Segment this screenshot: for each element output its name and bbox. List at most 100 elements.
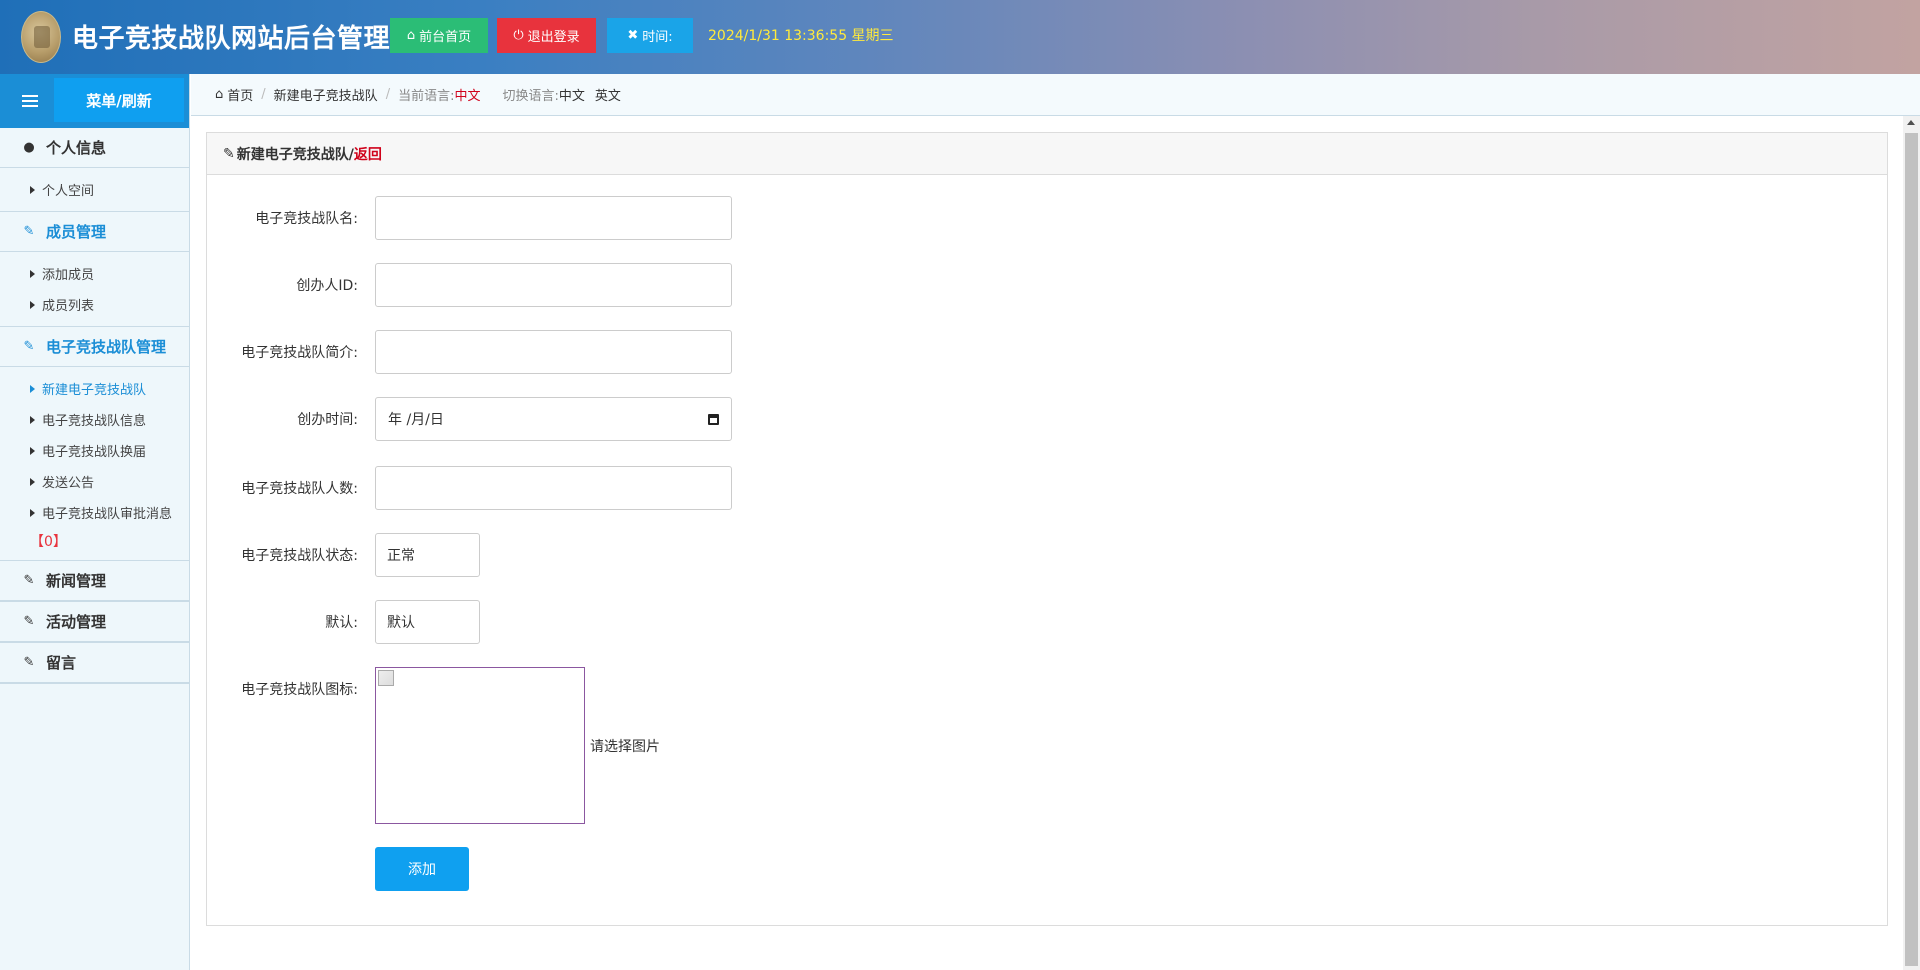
hamburger-icon[interactable] (22, 95, 38, 107)
site-logo (21, 11, 61, 63)
menu-refresh-button[interactable]: 菜单/刷新 (54, 78, 184, 122)
site-title: 电子竞技战队网站后台管理 (72, 24, 391, 54)
date-placeholder: 年 /月/日 (388, 412, 444, 428)
group-activity-management: ✎ 活动管理 (0, 602, 189, 643)
default-select[interactable]: 默认 (375, 600, 480, 644)
breadcrumb-home-link[interactable]: 首页 (227, 85, 253, 104)
sidebar-item-new-team[interactable]: 新建电子竞技战队 (0, 373, 189, 404)
sidebar-item-send-notice[interactable]: 发送公告 (0, 466, 189, 497)
row-founder-id: 创办人ID: (207, 263, 362, 307)
group-title-label: 活动管理 (46, 613, 107, 631)
edit-icon: ✎ (23, 614, 35, 629)
group-personal-info: ● 个人信息 个人空间 (0, 128, 189, 212)
back-link[interactable]: 返回 (354, 144, 382, 164)
team-intro-label: 电子竞技战队简介: (241, 345, 358, 361)
member-count-label: 电子竞技战队人数: (241, 481, 358, 497)
power-icon: ⏻ (513, 28, 524, 43)
founder-id-input[interactable] (375, 263, 732, 307)
caret-right-icon (30, 508, 35, 517)
sidebar-item-member-list[interactable]: 成员列表 (0, 289, 189, 320)
sidebar-item-label: 电子竞技战队换届 (42, 445, 147, 460)
team-name-input[interactable] (375, 196, 732, 240)
edit-icon: ✎ (223, 145, 235, 162)
approval-count-badge: 【0】 (30, 534, 67, 550)
broken-image-icon (378, 670, 394, 686)
add-button[interactable]: 添加 (375, 847, 469, 891)
sidebar: 菜单/刷新 ● 个人信息 个人空间 ✎ 成员管理 添加成员 成员列表 ✎ 电子竞… (0, 74, 190, 970)
founding-date-label: 创办时间: (297, 412, 358, 428)
edit-icon: ✎ (23, 224, 35, 239)
caret-right-icon (30, 300, 35, 309)
frontend-home-button[interactable]: ⌂ 前台首页 (390, 18, 488, 53)
logout-label: 退出登录 (527, 30, 580, 45)
row-team-intro: 电子竞技战队简介: (207, 330, 362, 374)
caret-right-icon (30, 415, 35, 424)
group-team-management: ✎ 电子竞技战队管理 新建电子竞技战队 电子竞技战队信息 电子竞技战队换届 发送… (0, 327, 189, 561)
current-language-value: 中文 (454, 89, 481, 104)
select-image-link[interactable]: 请选择图片 (590, 736, 660, 756)
switch-language-label: 切换语言: (502, 89, 559, 104)
row-team-icon: 电子竞技战队图标: (207, 667, 362, 711)
sidebar-item-label: 发送公告 (42, 476, 95, 491)
sidebar-item-team-rotation[interactable]: 电子竞技战队换届 (0, 435, 189, 466)
edit-icon: ✎ (23, 573, 35, 588)
calendar-icon[interactable] (708, 413, 719, 425)
scroll-up-arrow-icon[interactable] (1907, 120, 1915, 125)
group-member-management: ✎ 成员管理 添加成员 成员列表 (0, 212, 189, 327)
caret-right-icon (30, 477, 35, 486)
sidebar-item-label: 电子竞技战队审批消息 (42, 507, 173, 522)
row-member-count: 电子竞技战队人数: (207, 466, 362, 510)
frontend-home-label: 前台首页 (419, 30, 472, 45)
sidebar-item-team-info[interactable]: 电子竞技战队信息 (0, 404, 189, 435)
sidebar-item-label: 添加成员 (42, 268, 95, 283)
row-team-name: 电子竞技战队名: (207, 196, 362, 240)
edit-icon: ✎ (23, 339, 35, 354)
panel-title: 新建电子竞技战队/ (236, 146, 354, 163)
row-founding-date: 创办时间: (207, 397, 362, 441)
breadcrumb-separator: / (261, 87, 266, 102)
breadcrumb-current: 新建电子竞技战队 (273, 89, 378, 104)
time-button[interactable]: ✖ 时间: (607, 18, 693, 53)
group-news-management: ✎ 新闻管理 (0, 561, 189, 602)
sidebar-group-news-management[interactable]: ✎ 新闻管理 (0, 561, 189, 601)
breadcrumb: ⌂ 首页 / 新建电子竞技战队 / 当前语言: 中文 切换语言: 中文 英文 (191, 74, 1920, 116)
switch-language-zh[interactable]: 中文 (559, 85, 585, 104)
group-title-label: 个人信息 (46, 139, 107, 157)
time-label: 时间: (642, 30, 673, 45)
sidebar-item-label: 新建电子竞技战队 (42, 383, 147, 398)
sidebar-item-label: 电子竞技战队信息 (42, 414, 147, 429)
switch-language-en[interactable]: 英文 (595, 85, 621, 104)
sidebar-group-team-management[interactable]: ✎ 电子竞技战队管理 (0, 327, 189, 367)
team-status-label: 电子竞技战队状态: (241, 548, 358, 564)
edit-icon: ✎ (23, 655, 35, 670)
scroll-thumb[interactable] (1905, 133, 1918, 966)
menu-toggle-bar: 菜单/刷新 (0, 74, 189, 128)
sidebar-group-member-management[interactable]: ✎ 成员管理 (0, 212, 189, 252)
sidebar-item-add-member[interactable]: 添加成员 (0, 258, 189, 289)
team-status-select[interactable]: 正常 (375, 533, 480, 577)
page-scrollbar[interactable] (1903, 116, 1920, 970)
group-messages: ✎ 留言 (0, 643, 189, 684)
group-title-label: 新闻管理 (46, 572, 107, 590)
sidebar-item-approval-messages[interactable]: 电子竞技战队审批消息 (0, 497, 189, 528)
home-icon: ⌂ (215, 87, 224, 102)
home-icon: ⌂ (406, 28, 416, 43)
team-intro-input[interactable] (375, 330, 732, 374)
sidebar-group-personal-info[interactable]: ● 个人信息 (0, 128, 189, 168)
member-count-input[interactable] (375, 466, 732, 510)
sidebar-item-label: 成员列表 (42, 299, 95, 314)
panel-header: ✎ 新建电子竞技战队/ 返回 (207, 133, 1887, 175)
sidebar-item-label: 个人空间 (42, 184, 95, 199)
breadcrumb-separator: / (385, 87, 391, 102)
form-panel: ✎ 新建电子竞技战队/ 返回 电子竞技战队名: 创办人ID: 电子竞技战队简介:… (206, 132, 1888, 926)
team-icon-preview[interactable] (375, 667, 585, 824)
sidebar-group-messages[interactable]: ✎ 留言 (0, 643, 189, 683)
sidebar-group-activity-management[interactable]: ✎ 活动管理 (0, 602, 189, 642)
sidebar-item-personal-space[interactable]: 个人空间 (0, 174, 189, 205)
logout-button[interactable]: ⏻ 退出登录 (497, 18, 596, 53)
caret-right-icon (30, 269, 35, 278)
team-icon-label: 电子竞技战队图标: (241, 682, 358, 698)
founder-id-label: 创办人ID: (296, 278, 358, 294)
founding-date-input[interactable]: 年 /月/日 (375, 397, 732, 441)
current-datetime: 2024/1/31 13:36:55 星期三 (708, 28, 894, 44)
